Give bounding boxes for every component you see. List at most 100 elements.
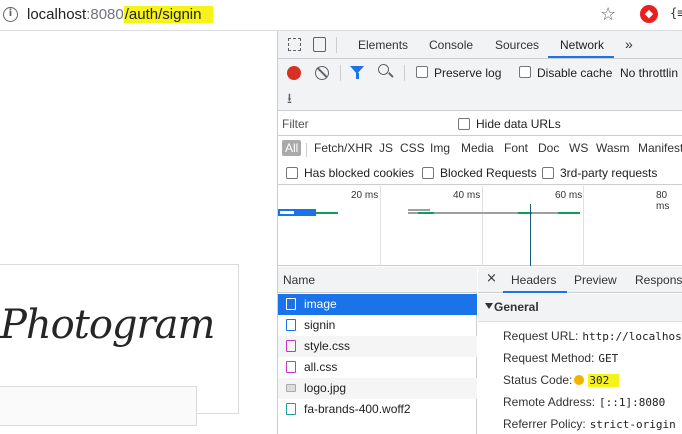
hide-data-urls-checkbox[interactable]	[458, 118, 470, 130]
document-icon	[286, 298, 296, 310]
info-icon[interactable]: i	[3, 7, 18, 22]
request-row[interactable]: signin	[278, 315, 477, 336]
stylesheet-icon	[286, 340, 296, 352]
disable-cache-checkbox[interactable]	[519, 66, 531, 78]
tab-response[interactable]: Response	[635, 273, 682, 287]
header-key: Status Code:	[503, 373, 573, 387]
type-css[interactable]: CSS	[400, 141, 425, 155]
header-row: Remote Address: [::1]:8080	[503, 395, 665, 409]
type-all[interactable]: All	[282, 140, 302, 156]
third-party-label: 3rd-party requests	[560, 166, 658, 180]
timeline-bar	[316, 212, 338, 214]
header-key: Referrer Policy:	[503, 417, 586, 431]
header-row: Status Code: 302	[503, 373, 620, 387]
tab-sources[interactable]: Sources	[495, 38, 539, 52]
active-tab-indicator	[548, 56, 614, 58]
search-icon[interactable]	[378, 64, 389, 75]
throttling-select[interactable]: No throttlin	[620, 66, 678, 80]
more-tabs-icon[interactable]: »	[625, 36, 633, 52]
inspect-element-icon[interactable]	[288, 38, 301, 51]
devtools-panel: Elements Console Sources Network » Prese…	[277, 31, 682, 434]
tab-headers[interactable]: Headers	[511, 273, 556, 287]
request-row[interactable]: style.css	[278, 336, 477, 357]
document-icon	[286, 319, 296, 331]
logo-text: Photogram	[0, 302, 215, 348]
bookmark-star-icon[interactable]: ☆	[600, 4, 616, 25]
address-bar[interactable]: i localhost:8080/auth/signin ☆ ◆ {≡	[0, 0, 682, 31]
type-manifest[interactable]: Manifest	[638, 141, 682, 155]
request-row[interactable]: logo.jpg	[278, 378, 477, 399]
divider	[340, 65, 341, 81]
tab-console[interactable]: Console	[429, 38, 473, 52]
tab-elements[interactable]: Elements	[358, 38, 408, 52]
divider	[404, 65, 405, 81]
request-row[interactable]: all.css	[278, 357, 477, 378]
type-font[interactable]: Font	[504, 141, 528, 155]
network-overview-timeline[interactable]: 20 ms 40 ms 60 ms 80 ms	[278, 186, 682, 266]
type-img[interactable]: Img	[430, 141, 450, 155]
header-row: Request URL: http://localhost	[503, 329, 682, 343]
type-doc[interactable]: Doc	[538, 141, 559, 155]
header-row: Referrer Policy: strict-origin	[503, 417, 676, 431]
has-blocked-cookies-checkbox[interactable]	[286, 167, 298, 179]
third-party-checkbox[interactable]	[542, 167, 554, 179]
request-row[interactable]: fa-brands-400.woff2	[278, 399, 477, 420]
hide-data-urls-label: Hide data URLs	[476, 117, 561, 131]
type-media[interactable]: Media	[461, 141, 494, 155]
resource-type-filter: All Fetch/XHR JS CSS Img Media Font Doc …	[278, 137, 682, 161]
request-name: signin	[304, 318, 336, 332]
download-icon[interactable]: ⭳	[287, 88, 292, 112]
signin-input[interactable]	[0, 386, 197, 426]
url-path: /auth/signin	[123, 6, 214, 23]
divider	[336, 37, 337, 53]
request-name: fa-brands-400.woff2	[304, 402, 411, 416]
url-port: :8080	[86, 6, 124, 23]
filter-input[interactable]	[282, 115, 444, 132]
preserve-log-checkbox[interactable]	[416, 66, 428, 78]
extension-icon[interactable]: {≡	[670, 6, 682, 20]
request-name: image	[304, 297, 337, 311]
details-tab-bar: × Headers Preview Response	[478, 267, 682, 293]
load-event-line	[530, 204, 531, 266]
type-fetch-xhr[interactable]: Fetch/XHR	[314, 141, 373, 155]
name-column-header[interactable]: Name	[278, 267, 477, 293]
request-details: × Headers Preview Response General Reque…	[478, 267, 682, 434]
tab-network[interactable]: Network	[560, 38, 604, 52]
timeline-bar	[280, 211, 294, 214]
request-row[interactable]: image	[278, 294, 477, 315]
divider	[306, 143, 307, 157]
timeline-bar	[408, 209, 430, 211]
status-dot-icon	[574, 375, 585, 385]
device-toolbar-icon[interactable]	[313, 37, 326, 52]
header-value: [::1]:8080	[599, 396, 666, 409]
header-value: strict-origin	[589, 418, 676, 431]
timeline-tick: 40 ms	[453, 190, 481, 201]
timeline-gridline	[482, 186, 483, 266]
blocked-requests-checkbox[interactable]	[422, 167, 434, 179]
has-blocked-cookies-label: Has blocked cookies	[304, 166, 415, 180]
url-text[interactable]: localhost:8080/auth/signin	[27, 6, 214, 23]
timeline-gridline	[583, 186, 584, 266]
timeline-tick: 60 ms	[555, 190, 583, 201]
stylesheet-icon	[286, 361, 296, 373]
request-name: style.css	[304, 339, 351, 353]
request-name: logo.jpg	[304, 381, 347, 395]
header-value: http://localhost	[582, 330, 682, 343]
header-key: Request URL:	[503, 329, 579, 343]
extension-shield-icon[interactable]: ◆	[640, 5, 658, 23]
status-code-value: 302	[588, 374, 620, 387]
timeline-gridline	[380, 186, 381, 266]
general-label: General	[494, 300, 539, 314]
filter-row: Hide data URLs	[278, 112, 682, 136]
clear-icon[interactable]	[315, 66, 329, 80]
header-key: Remote Address:	[503, 395, 596, 409]
general-section-header[interactable]: General	[478, 294, 682, 322]
type-js[interactable]: JS	[379, 141, 393, 155]
type-ws[interactable]: WS	[569, 141, 588, 155]
close-icon[interactable]: ×	[486, 271, 497, 286]
filter-icon[interactable]	[350, 66, 364, 79]
active-tab-indicator	[503, 291, 567, 293]
type-wasm[interactable]: Wasm	[596, 141, 630, 155]
record-icon[interactable]	[287, 66, 301, 80]
tab-preview[interactable]: Preview	[574, 273, 617, 287]
